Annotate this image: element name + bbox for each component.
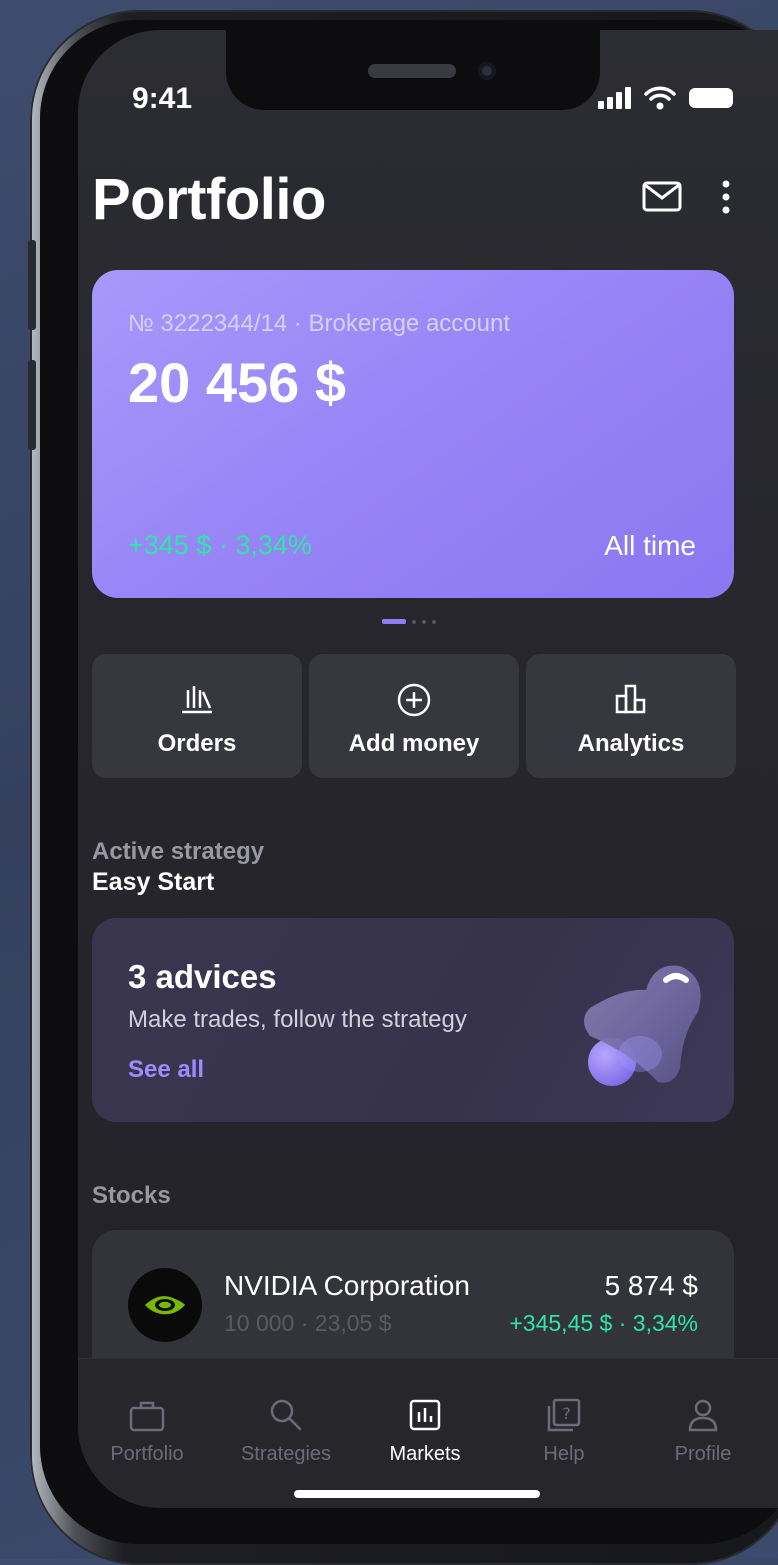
tab-markets[interactable]: Markets	[356, 1395, 494, 1466]
tab-label: Help	[543, 1443, 585, 1465]
tab-profile[interactable]: Profile	[634, 1395, 772, 1466]
tab-label: Profile	[674, 1443, 732, 1465]
active-strategy-caption: Active strategy	[92, 838, 265, 865]
stocks-caption: Stocks	[92, 1182, 171, 1209]
carousel-dot[interactable]	[422, 619, 426, 624]
signal-icon	[598, 87, 631, 109]
search-icon	[270, 1399, 302, 1431]
orders-label: Orders	[157, 730, 237, 757]
side-button	[28, 360, 36, 450]
advice-title: 3 advices	[128, 958, 277, 995]
user-icon	[688, 1399, 718, 1432]
orders-icon	[182, 686, 212, 714]
status-time: 9:41	[132, 82, 193, 115]
side-button	[28, 240, 36, 330]
app-screen: 9:41 Portfolio № 3222344/14 · Brokerage …	[78, 30, 778, 1508]
account-balance: 20 456 $	[128, 351, 346, 414]
more-vertical-icon	[722, 180, 730, 214]
wifi-icon	[644, 86, 676, 110]
help-icon: ?	[547, 1398, 581, 1432]
bell-icon	[584, 965, 701, 1086]
analytics-icon	[615, 684, 646, 714]
active-strategy-name: Easy Start	[92, 868, 215, 896]
stock-value: 5 874 $	[604, 1270, 698, 1301]
front-camera	[478, 62, 496, 80]
carousel-dot[interactable]	[412, 619, 416, 624]
add-money-label: Add money	[348, 730, 480, 757]
stock-quantity: 10 000 · 23,05 $	[224, 1310, 392, 1336]
battery-icon	[689, 88, 733, 108]
account-change: +345 $ · 3,34%	[128, 530, 312, 560]
tab-label: Markets	[389, 1443, 461, 1465]
carousel-dot[interactable]	[382, 619, 406, 624]
nvidia-logo	[128, 1268, 202, 1342]
stock-change: +345,45 $ · 3,34%	[509, 1310, 698, 1336]
svg-text:?: ?	[562, 1404, 571, 1423]
add-money-button[interactable]: Add money	[309, 654, 519, 778]
speaker	[368, 64, 456, 78]
page-title: Portfolio	[92, 167, 326, 232]
see-all-link[interactable]: See all	[128, 1056, 204, 1084]
nvidia-logo-icon	[145, 1296, 185, 1315]
account-number: № 3222344/14 · Brokerage account	[128, 310, 510, 337]
home-indicator	[294, 1490, 540, 1498]
period-selector[interactable]: All time	[604, 530, 696, 562]
carousel-dot[interactable]	[432, 619, 436, 624]
plus-circle-icon	[397, 683, 431, 717]
tab-strategies[interactable]: Strategies	[217, 1395, 355, 1466]
chart-icon	[409, 1399, 441, 1431]
account-card[interactable]: № 3222344/14 · Brokerage account 20 456 …	[92, 270, 734, 598]
mail-icon	[642, 181, 682, 212]
advice-card[interactable]: 3 advices Make trades, follow the strate…	[92, 918, 734, 1122]
tab-label: Strategies	[240, 1443, 332, 1465]
notch	[226, 30, 600, 110]
analytics-button[interactable]: Analytics	[526, 654, 736, 778]
stock-name: NVIDIA Corporation	[224, 1270, 470, 1301]
advice-subtitle: Make trades, follow the strategy	[128, 1006, 467, 1033]
tab-help[interactable]: ? Help	[495, 1395, 633, 1466]
briefcase-icon	[129, 1401, 165, 1432]
tab-bar: Portfolio Strategies Markets ? Help Prof…	[78, 1358, 778, 1508]
status-icons	[598, 86, 734, 110]
carousel-indicator	[382, 619, 436, 624]
analytics-label: Analytics	[577, 730, 685, 757]
tab-label: Portfolio	[110, 1443, 184, 1465]
orders-button[interactable]: Orders	[92, 654, 302, 778]
tab-portfolio[interactable]: Portfolio	[78, 1395, 216, 1466]
mail-button[interactable]	[642, 180, 682, 216]
more-button[interactable]	[714, 178, 738, 218]
